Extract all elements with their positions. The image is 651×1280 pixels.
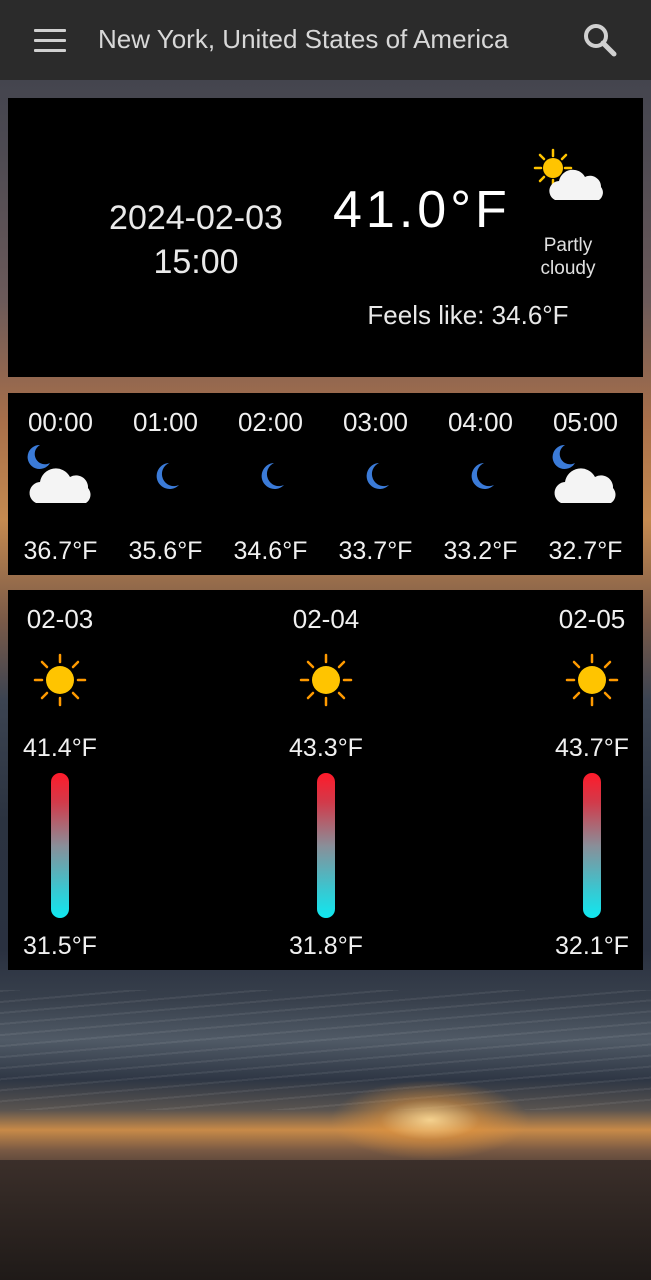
temperature-range-bar — [317, 773, 335, 918]
daily-high-temperature: 41.4°F — [23, 734, 97, 762]
app-toolbar: New York, United States of America — [0, 0, 651, 80]
daily-date: 02-04 — [292, 604, 360, 634]
hourly-item: 02:00 34.6°F — [218, 393, 323, 575]
sun-icon — [565, 653, 619, 707]
hourly-temperature: 33.7°F — [338, 537, 413, 565]
hourly-temperature: 34.6°F — [233, 537, 308, 565]
background-sun-reflection — [330, 1080, 530, 1160]
daily-date: 02-03 — [26, 604, 94, 634]
partly-cloudy-night-icon — [547, 441, 625, 511]
hourly-time: 00:00 — [27, 407, 94, 437]
current-temperature: 41.0°F — [333, 181, 511, 239]
partly-cloudy-night-icon — [22, 441, 100, 511]
current-weather-panel: 2024-02-03 15:00 41.0°F Partly cloudy Fe… — [8, 98, 643, 377]
background-waves — [0, 990, 651, 1110]
location-title: New York, United States of America — [98, 24, 509, 54]
daily-high-temperature: 43.3°F — [289, 734, 363, 762]
moon-icon — [442, 441, 520, 511]
hourly-time: 03:00 — [342, 407, 409, 437]
hourly-temperature: 32.7°F — [548, 537, 623, 565]
sun-icon — [33, 653, 87, 707]
feels-like-label: Feels like: 34.6°F — [367, 300, 569, 330]
daily-high-temperature: 43.7°F — [555, 734, 629, 762]
hourly-forecast-panel: 00:00 36.7°F 01:00 35.6°F 02:00 34.6°F 0… — [8, 393, 643, 575]
hourly-time: 04:00 — [447, 407, 514, 437]
hourly-item: 00:00 36.7°F — [8, 393, 113, 575]
background-beach — [0, 1160, 651, 1280]
moon-icon — [127, 441, 205, 511]
daily-low-temperature: 31.5°F — [23, 932, 97, 960]
current-time: 15:00 — [153, 243, 239, 281]
hamburger-menu-icon[interactable] — [26, 22, 74, 58]
search-icon[interactable] — [580, 20, 620, 60]
daily-low-temperature: 31.8°F — [289, 932, 363, 960]
hourly-time: 02:00 — [237, 407, 304, 437]
sun-icon — [299, 653, 353, 707]
moon-icon — [337, 441, 415, 511]
current-datetime: 2024-02-03 15:00 — [96, 196, 296, 284]
daily-forecast-panel: 02-03 41.4°F 31.5°F 02-04 43.3°F 31.8°F … — [8, 590, 643, 970]
temperature-range-bar — [583, 773, 601, 918]
hourly-item: 03:00 33.7°F — [323, 393, 428, 575]
temperature-range-bar — [51, 773, 69, 918]
hourly-time: 05:00 — [552, 407, 619, 437]
hourly-temperature: 36.7°F — [23, 537, 98, 565]
daily-item: 02-03 41.4°F 31.5°F — [8, 590, 112, 970]
current-condition: Partly cloudy — [540, 235, 596, 279]
hourly-time: 01:00 — [132, 407, 199, 437]
hourly-item: 04:00 33.2°F — [428, 393, 533, 575]
daily-item: 02-05 43.7°F 32.1°F — [540, 590, 644, 970]
daily-low-temperature: 32.1°F — [555, 932, 629, 960]
hourly-temperature: 33.2°F — [443, 537, 518, 565]
hourly-item: 01:00 35.6°F — [113, 393, 218, 575]
hourly-item: 05:00 32.7°F — [533, 393, 638, 575]
daily-item: 02-04 43.3°F 31.8°F — [274, 590, 378, 970]
partly-cloudy-day-icon — [533, 148, 605, 210]
daily-date: 02-05 — [558, 604, 626, 634]
moon-icon — [232, 441, 310, 511]
current-date: 2024-02-03 — [109, 199, 283, 237]
hourly-temperature: 35.6°F — [128, 537, 203, 565]
